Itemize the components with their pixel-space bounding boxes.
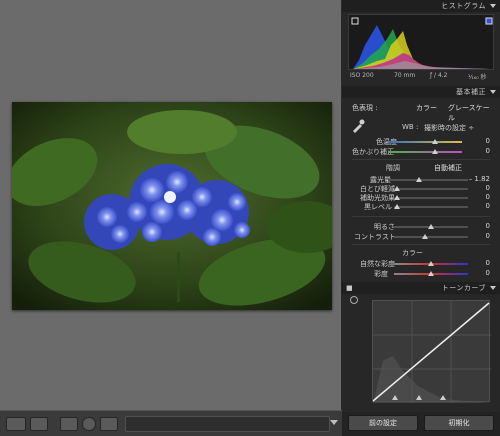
vibrance-slider-knob[interactable] [428,261,434,266]
treatment-label: 色表現 : [352,104,378,112]
histogram-graph [351,17,493,69]
divider [352,244,490,245]
vibrance-slider[interactable] [394,261,468,266]
reset-button[interactable]: 初期化 [424,415,494,431]
exposure-slider[interactable] [388,177,468,182]
tonecurve-header[interactable]: ■ トーンカーブ [342,282,500,294]
hydrangea-photo [12,102,332,310]
redeye-tool-button[interactable] [100,417,118,431]
wb-label: WB : [402,123,419,131]
curve-target-adjust-icon[interactable] [350,296,358,304]
photo-preview[interactable] [12,102,332,310]
divider [352,159,490,160]
bright-label: 明るさ [374,223,395,231]
black-value[interactable]: 0 [486,202,490,210]
treatment-grayscale-button[interactable]: グレースケール [444,102,500,124]
highlight-slider[interactable] [394,186,468,191]
tonecurve-title: トーンカーブ [441,284,486,292]
tint-slider[interactable] [388,149,462,154]
tonecurve-toggle-icon[interactable]: ■ [346,282,353,294]
black-slider-knob[interactable] [394,204,400,209]
highlight-value[interactable]: 0 [486,184,490,192]
tone-label: 階調 [386,164,400,172]
histogram [348,14,494,70]
previous-settings-button[interactable]: 前の設定 [348,415,418,431]
black-slider[interactable] [394,204,468,209]
temp-slider[interactable] [388,139,462,144]
treatment-color-button[interactable]: カラー [412,102,441,114]
saturation-value[interactable]: 0 [486,269,490,277]
wb-select[interactable]: 撮影時の設定 ÷ [424,123,474,133]
wb-eyedropper-icon[interactable] [350,118,366,134]
aperture-text: ƒ / 4.2 [430,72,448,79]
loupe-view-button[interactable] [6,417,26,431]
tone-curve-graph[interactable] [372,300,491,403]
toolbar-info-field[interactable] [125,416,330,432]
fill-slider-knob[interactable] [394,195,400,200]
temp-value[interactable]: 0 [486,137,490,145]
fill-slider[interactable] [394,195,468,200]
auto-tone-button[interactable]: 自動補正 [430,162,466,174]
basic-title: 基本補正 [456,88,486,96]
fill-value[interactable]: 0 [486,193,490,201]
shutter-text: ¹⁄₁₆₀ 秒 [468,74,487,81]
saturation-slider[interactable] [394,271,468,276]
crop-tool-button[interactable] [60,417,78,431]
histogram-title: ヒストグラム [441,2,486,10]
saturation-slider-knob[interactable] [428,271,434,276]
bright-slider-knob[interactable] [428,224,434,229]
tone-curve-svg [372,301,491,403]
develop-right-panel: ヒストグラム ISO 200 70 mm ƒ / 4.2 ¹⁄₁₆₀ 秒 基本補… [342,0,500,436]
divider [352,216,490,217]
toolbar-menu-arrow-icon[interactable] [330,420,338,425]
app-window: ヒストグラム ISO 200 70 mm ƒ / 4.2 ¹⁄₁₆₀ 秒 基本補… [0,0,500,436]
exposure-slider-knob[interactable] [416,177,422,182]
saturation-label: 彩度 [374,270,388,278]
contrast-slider-knob[interactable] [422,234,428,239]
collapse-triangle-icon[interactable] [490,286,496,290]
contrast-slider[interactable] [394,234,468,239]
contrast-value[interactable]: 0 [486,232,490,240]
temp-slider-knob[interactable] [432,139,438,144]
compare-view-button[interactable] [30,417,48,431]
curve-split-points[interactable] [372,395,490,401]
contrast-label: コントラスト [354,233,396,241]
presence-label: カラー [402,249,423,257]
vibrance-label: 自然な彩度 [360,260,395,268]
collapse-triangle-icon[interactable] [490,90,496,94]
bright-value[interactable]: 0 [486,222,490,230]
iso-text: ISO 200 [350,72,374,79]
highlight-slider-knob[interactable] [394,186,400,191]
bright-slider[interactable] [394,224,468,229]
black-label: 黒レベル [364,203,392,211]
histogram-info: ISO 200 70 mm ƒ / 4.2 ¹⁄₁₆₀ 秒 [348,72,494,82]
basic-header[interactable]: 基本補正 [342,86,500,98]
spot-removal-button[interactable] [82,417,96,431]
image-canvas[interactable] [0,0,342,410]
panel-bottom-buttons: 前の設定 初期化 [342,412,500,436]
bottom-toolbar [0,410,342,436]
vibrance-value[interactable]: 0 [486,259,490,267]
focal-text: 70 mm [394,72,416,79]
tint-slider-knob[interactable] [432,149,438,154]
tint-value[interactable]: 0 [486,147,490,155]
exposure-value[interactable]: – 1.82 [469,175,490,183]
histogram-header[interactable]: ヒストグラム [342,0,500,12]
collapse-triangle-icon[interactable] [490,4,496,8]
